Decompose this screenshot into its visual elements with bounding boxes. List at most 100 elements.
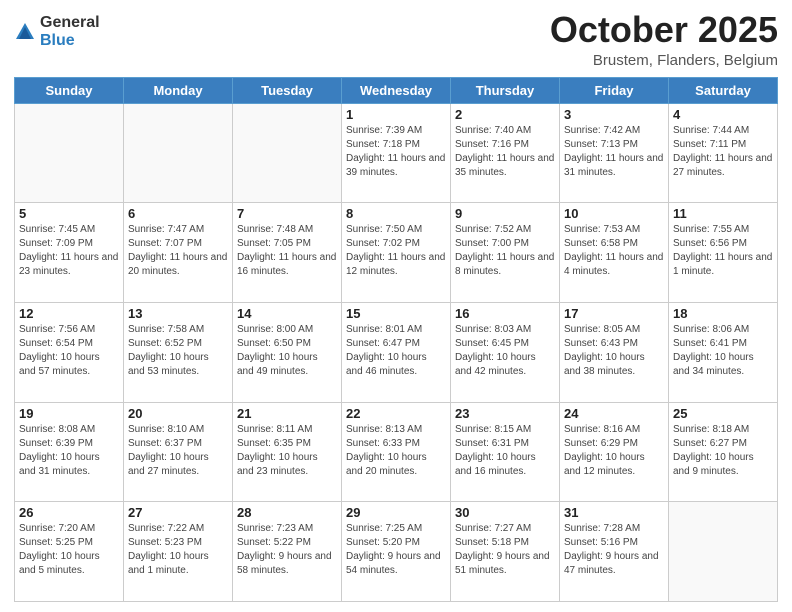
table-cell: 13Sunrise: 7:58 AM Sunset: 6:52 PM Dayli… [124, 302, 233, 402]
table-cell: 2 Sunrise: 7:40 AM Sunset: 7:16 PM Daylig… [451, 103, 560, 203]
day-info: Sunrise: 7:23 AM Sunset: 5:22 PM Dayligh… [237, 522, 337, 578]
table-cell: 30 Sunrise: 7:27 AM Sunset: 5:18 PM Dayli… [451, 502, 560, 602]
day-number: 6 [128, 206, 228, 221]
table-cell: 27 Sunrise: 7:22 AM Sunset: 5:23 PM Dayli… [124, 502, 233, 602]
table-cell: 21 Sunrise: 8:11 AM Sunset: 6:35 PM Dayli… [233, 402, 342, 502]
day-number: 15 [346, 306, 446, 321]
table-cell: 31 Sunrise: 7:28 AM Sunset: 5:16 PM Dayli… [560, 502, 669, 602]
table-cell [669, 502, 778, 602]
day-number: 27 [128, 505, 228, 520]
logo-text: General Blue [40, 14, 100, 49]
day-info: Sunrise: 7:22 AM Sunset: 5:23 PM Dayligh… [128, 522, 228, 578]
day-number: 2 [455, 107, 555, 122]
table-cell: 15Sunrise: 8:01 AM Sunset: 6:47 PM Dayli… [342, 302, 451, 402]
table-cell [233, 103, 342, 203]
day-number: 22 [346, 406, 446, 421]
day-number: 3 [564, 107, 664, 122]
calendar-table: Sunday Monday Tuesday Wednesday Thursday… [14, 77, 778, 602]
day-info: Sunrise: 7:52 AM Sunset: 7:00 PM Dayligh… [455, 223, 555, 279]
day-number: 16 [455, 306, 555, 321]
day-number: 11 [673, 206, 773, 221]
day-info: Sunrise: 7:47 AM Sunset: 7:07 PM Dayligh… [128, 223, 228, 279]
table-cell [15, 103, 124, 203]
table-cell: 7 Sunrise: 7:48 AM Sunset: 7:05 PM Daylig… [233, 203, 342, 303]
week-row-0: 1Sunrise: 7:39 AM Sunset: 7:18 PM Daylig… [15, 103, 778, 203]
day-number: 19 [19, 406, 119, 421]
weekday-header-row: Sunday Monday Tuesday Wednesday Thursday… [15, 77, 778, 103]
table-cell: 6 Sunrise: 7:47 AM Sunset: 7:07 PM Daylig… [124, 203, 233, 303]
day-info: Sunrise: 7:55 AM Sunset: 6:56 PM Dayligh… [673, 223, 773, 279]
day-number: 7 [237, 206, 337, 221]
day-info: Sunrise: 8:11 AM Sunset: 6:35 PM Dayligh… [237, 423, 337, 479]
day-info: Sunrise: 7:27 AM Sunset: 5:18 PM Dayligh… [455, 522, 555, 578]
week-row-2: 12 Sunrise: 7:56 AM Sunset: 6:54 PM Dayli… [15, 302, 778, 402]
logo-general: General [40, 14, 100, 32]
day-info: Sunrise: 7:25 AM Sunset: 5:20 PM Dayligh… [346, 522, 446, 578]
day-number: 26 [19, 505, 119, 520]
day-info: Sunrise: 7:44 AM Sunset: 7:11 PM Dayligh… [673, 124, 773, 180]
day-number: 28 [237, 505, 337, 520]
day-info: Sunrise: 7:20 AM Sunset: 5:25 PM Dayligh… [19, 522, 119, 578]
table-cell: 25Sunrise: 8:18 AM Sunset: 6:27 PM Dayli… [669, 402, 778, 502]
day-info: Sunrise: 8:18 AM Sunset: 6:27 PM Dayligh… [673, 423, 773, 479]
day-number: 4 [673, 107, 773, 122]
day-info: Sunrise: 8:00 AM Sunset: 6:50 PM Dayligh… [237, 323, 337, 379]
day-info: Sunrise: 7:42 AM Sunset: 7:13 PM Dayligh… [564, 124, 664, 180]
day-number: 18 [673, 306, 773, 321]
day-number: 10 [564, 206, 664, 221]
table-cell: 28 Sunrise: 7:23 AM Sunset: 5:22 PM Dayli… [233, 502, 342, 602]
day-info: Sunrise: 7:28 AM Sunset: 5:16 PM Dayligh… [564, 522, 664, 578]
day-number: 9 [455, 206, 555, 221]
day-number: 30 [455, 505, 555, 520]
table-cell: 8 Sunrise: 7:50 AM Sunset: 7:02 PM Daylig… [342, 203, 451, 303]
day-info: Sunrise: 7:50 AM Sunset: 7:02 PM Dayligh… [346, 223, 446, 279]
title-block: October 2025 Brustem, Flanders, Belgium [550, 10, 778, 69]
table-cell: 23Sunrise: 8:15 AM Sunset: 6:31 PM Dayli… [451, 402, 560, 502]
table-cell: 26 Sunrise: 7:20 AM Sunset: 5:25 PM Dayli… [15, 502, 124, 602]
table-cell: 18 Sunrise: 8:06 AM Sunset: 6:41 PM Dayli… [669, 302, 778, 402]
logo-blue: Blue [40, 32, 100, 50]
table-cell: 19 Sunrise: 8:08 AM Sunset: 6:39 PM Dayli… [15, 402, 124, 502]
logo: General Blue [14, 14, 100, 49]
header-tuesday: Tuesday [233, 77, 342, 103]
day-number: 23 [455, 406, 555, 421]
week-row-3: 19 Sunrise: 8:08 AM Sunset: 6:39 PM Dayli… [15, 402, 778, 502]
table-cell: 9 Sunrise: 7:52 AM Sunset: 7:00 PM Daylig… [451, 203, 560, 303]
day-number: 31 [564, 505, 664, 520]
page-container: General Blue October 2025 Brustem, Fland… [0, 0, 792, 612]
table-cell: 29Sunrise: 7:25 AM Sunset: 5:20 PM Dayli… [342, 502, 451, 602]
day-number: 21 [237, 406, 337, 421]
day-info: Sunrise: 7:45 AM Sunset: 7:09 PM Dayligh… [19, 223, 119, 279]
day-info: Sunrise: 8:05 AM Sunset: 6:43 PM Dayligh… [564, 323, 664, 379]
table-cell: 4 Sunrise: 7:44 AM Sunset: 7:11 PM Daylig… [669, 103, 778, 203]
table-cell: 12 Sunrise: 7:56 AM Sunset: 6:54 PM Dayli… [15, 302, 124, 402]
table-cell: 5 Sunrise: 7:45 AM Sunset: 7:09 PM Daylig… [15, 203, 124, 303]
table-cell: 1Sunrise: 7:39 AM Sunset: 7:18 PM Daylig… [342, 103, 451, 203]
location: Brustem, Flanders, Belgium [550, 52, 778, 69]
header-friday: Friday [560, 77, 669, 103]
page-header: General Blue October 2025 Brustem, Fland… [14, 10, 778, 69]
week-row-1: 5 Sunrise: 7:45 AM Sunset: 7:09 PM Daylig… [15, 203, 778, 303]
day-number: 24 [564, 406, 664, 421]
day-info: Sunrise: 7:56 AM Sunset: 6:54 PM Dayligh… [19, 323, 119, 379]
day-info: Sunrise: 7:53 AM Sunset: 6:58 PM Dayligh… [564, 223, 664, 279]
table-cell: 16Sunrise: 8:03 AM Sunset: 6:45 PM Dayli… [451, 302, 560, 402]
header-saturday: Saturday [669, 77, 778, 103]
day-number: 5 [19, 206, 119, 221]
day-number: 8 [346, 206, 446, 221]
header-wednesday: Wednesday [342, 77, 451, 103]
week-row-4: 26 Sunrise: 7:20 AM Sunset: 5:25 PM Dayli… [15, 502, 778, 602]
day-info: Sunrise: 8:08 AM Sunset: 6:39 PM Dayligh… [19, 423, 119, 479]
table-cell [124, 103, 233, 203]
day-info: Sunrise: 7:48 AM Sunset: 7:05 PM Dayligh… [237, 223, 337, 279]
table-cell: 17Sunrise: 8:05 AM Sunset: 6:43 PM Dayli… [560, 302, 669, 402]
day-info: Sunrise: 8:06 AM Sunset: 6:41 PM Dayligh… [673, 323, 773, 379]
logo-icon [14, 21, 36, 43]
day-info: Sunrise: 7:40 AM Sunset: 7:16 PM Dayligh… [455, 124, 555, 180]
day-info: Sunrise: 8:10 AM Sunset: 6:37 PM Dayligh… [128, 423, 228, 479]
header-thursday: Thursday [451, 77, 560, 103]
day-number: 14 [237, 306, 337, 321]
table-cell: 24Sunrise: 8:16 AM Sunset: 6:29 PM Dayli… [560, 402, 669, 502]
day-number: 12 [19, 306, 119, 321]
table-cell: 22Sunrise: 8:13 AM Sunset: 6:33 PM Dayli… [342, 402, 451, 502]
